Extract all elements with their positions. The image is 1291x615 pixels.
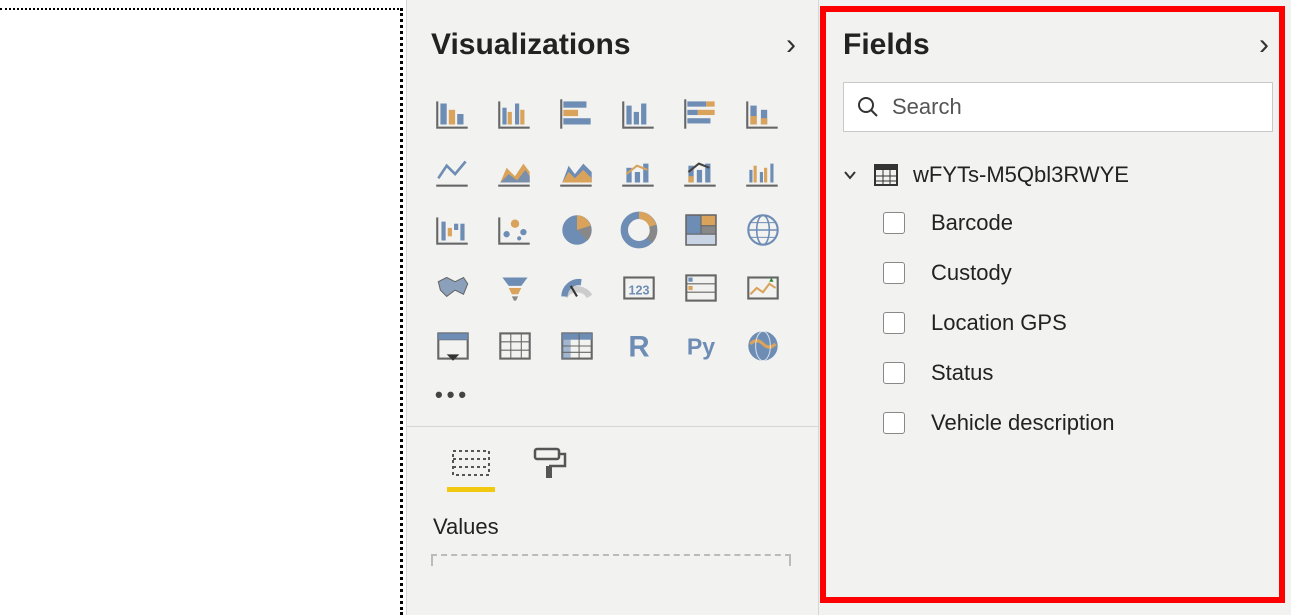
viz-filled-map-icon[interactable] (427, 262, 479, 314)
values-dropzone[interactable] (431, 554, 791, 566)
field-label: Vehicle description (931, 410, 1114, 436)
field-row[interactable]: Vehicle description (819, 398, 1291, 448)
viz-arcgis-icon[interactable] (737, 320, 789, 372)
viz-table-icon[interactable] (489, 320, 541, 372)
viz-treemap-icon[interactable] (675, 204, 727, 256)
viz-combo-icon[interactable] (737, 146, 789, 198)
viz-clustered-bar-icon[interactable] (489, 88, 541, 140)
fields-search[interactable] (843, 82, 1273, 132)
field-row[interactable]: Custody (819, 248, 1291, 298)
svg-text:Py: Py (687, 333, 715, 359)
viz-line-icon[interactable] (427, 146, 479, 198)
field-label: Barcode (931, 210, 1013, 236)
collapse-fields-icon[interactable]: › (1259, 30, 1269, 60)
fields-panel: Fields › wFYTs-M5Qbl3RWYE Barcode Custod… (818, 0, 1291, 615)
format-tabs (407, 427, 818, 500)
viz-matrix-icon[interactable] (551, 320, 603, 372)
field-checkbox[interactable] (883, 262, 905, 284)
toolbar-stub (0, 0, 240, 8)
caret-down-icon (841, 166, 859, 184)
viz-r-icon[interactable]: R (613, 320, 665, 372)
visualizations-title: Visualizations (431, 28, 631, 62)
field-checkbox[interactable] (883, 362, 905, 384)
svg-text:123: 123 (628, 283, 649, 297)
table-header[interactable]: wFYTs-M5Qbl3RWYE (819, 148, 1291, 198)
more-visuals-button[interactable]: ••• (407, 372, 818, 408)
field-checkbox[interactable] (883, 412, 905, 434)
viz-stacked-area-icon[interactable] (551, 146, 603, 198)
viz-waterfall-icon[interactable] (427, 204, 479, 256)
field-row[interactable]: Status (819, 348, 1291, 398)
field-checkbox[interactable] (883, 212, 905, 234)
viz-slicer-icon[interactable] (427, 320, 479, 372)
viz-stacked-column-100-icon[interactable] (675, 88, 727, 140)
viz-multi-row-card-icon[interactable] (675, 262, 727, 314)
viz-map-icon[interactable] (737, 204, 789, 256)
viz-scatter-icon[interactable] (489, 204, 541, 256)
format-tab[interactable] (525, 445, 573, 492)
field-label: Location GPS (931, 310, 1067, 336)
field-label: Custody (931, 260, 1012, 286)
fields-well-icon (449, 445, 493, 481)
field-checkbox[interactable] (883, 312, 905, 334)
viz-donut-icon[interactable] (613, 204, 665, 256)
viz-gauge-icon[interactable] (551, 262, 603, 314)
viz-line-clustered-icon[interactable] (613, 146, 665, 198)
viz-area-icon[interactable] (489, 146, 541, 198)
report-canvas[interactable] (0, 8, 403, 615)
viz-clustered-column-icon[interactable] (613, 88, 665, 140)
viz-line-stacked-icon[interactable] (675, 146, 727, 198)
viz-card-icon[interactable]: 123 (613, 262, 665, 314)
fields-tab[interactable] (447, 445, 495, 492)
visualizations-panel: Visualizations › 123 R (406, 0, 818, 615)
viz-stacked-bar-icon[interactable] (427, 88, 479, 140)
values-label: Values (407, 500, 818, 540)
table-icon (873, 162, 899, 188)
search-icon (856, 95, 880, 119)
viz-stacked-bar-h-icon[interactable] (551, 88, 603, 140)
viz-ribbon-icon[interactable] (737, 88, 789, 140)
collapse-visualizations-icon[interactable]: › (786, 30, 796, 60)
svg-text:R: R (628, 331, 649, 364)
viz-funnel-icon[interactable] (489, 262, 541, 314)
visualizations-grid: 123 R Py (407, 82, 818, 372)
viz-kpi-icon[interactable] (737, 262, 789, 314)
paint-roller-icon (527, 445, 571, 481)
field-row[interactable]: Location GPS (819, 298, 1291, 348)
field-row[interactable]: Barcode (819, 198, 1291, 248)
viz-python-icon[interactable]: Py (675, 320, 727, 372)
fields-title: Fields (843, 28, 930, 62)
search-input[interactable] (892, 94, 1260, 120)
field-label: Status (931, 360, 993, 386)
table-name: wFYTs-M5Qbl3RWYE (913, 162, 1129, 188)
viz-pie-icon[interactable] (551, 204, 603, 256)
